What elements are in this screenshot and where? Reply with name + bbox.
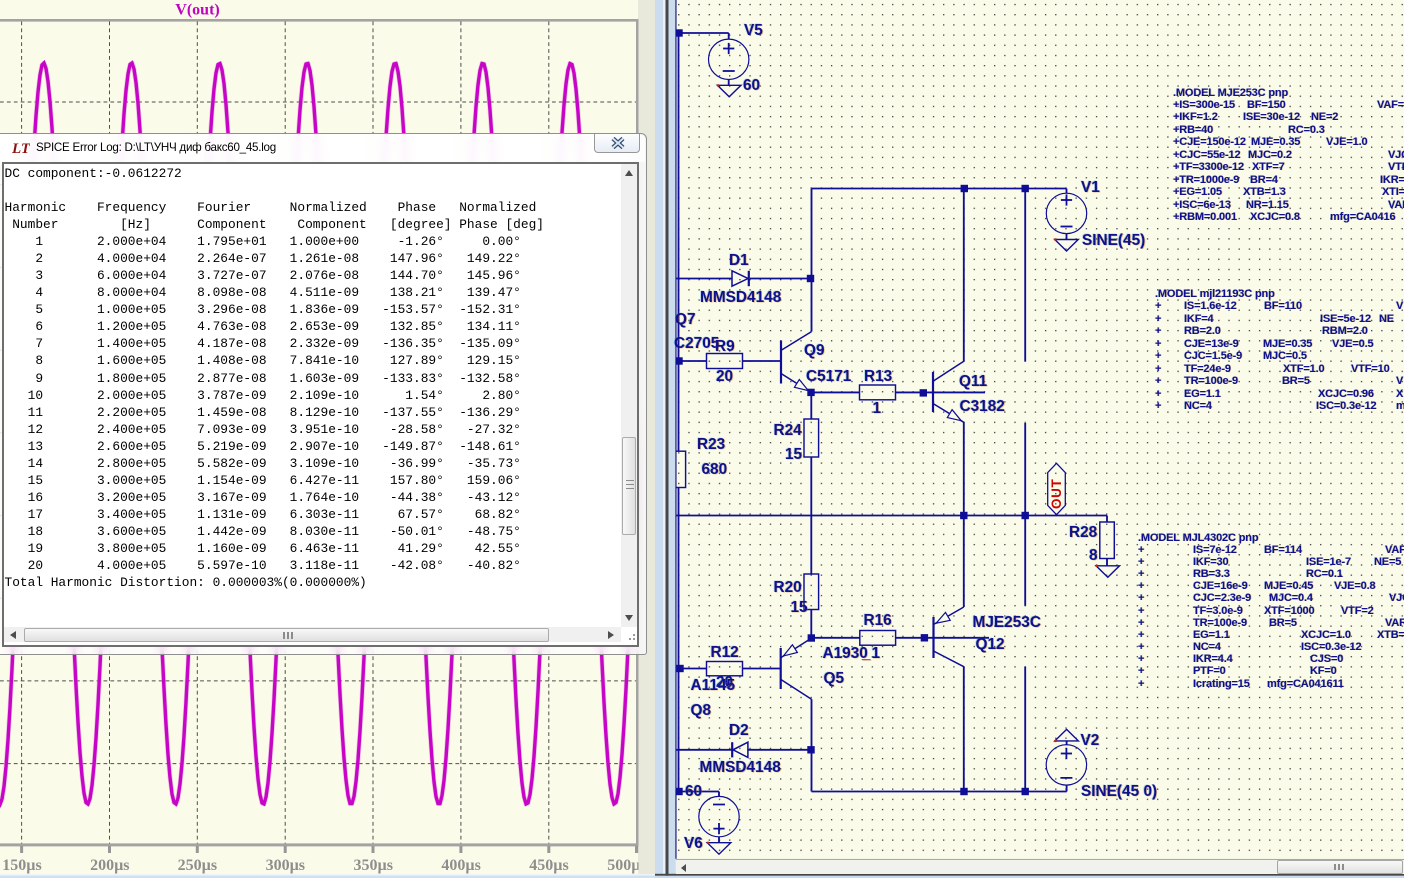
svg-text:200µs: 200µs	[90, 857, 129, 874]
svg-text:250µs: 250µs	[178, 857, 217, 874]
svg-text:V(out): V(out)	[175, 2, 219, 19]
svg-text:350µs: 350µs	[353, 857, 392, 874]
svg-text:300µs: 300µs	[266, 857, 305, 874]
svg-text:450µs: 450µs	[529, 857, 568, 874]
svg-text:400µs: 400µs	[441, 857, 480, 874]
svg-text:LT: LT	[12, 141, 30, 157]
svg-text:150µs: 150µs	[2, 857, 41, 874]
